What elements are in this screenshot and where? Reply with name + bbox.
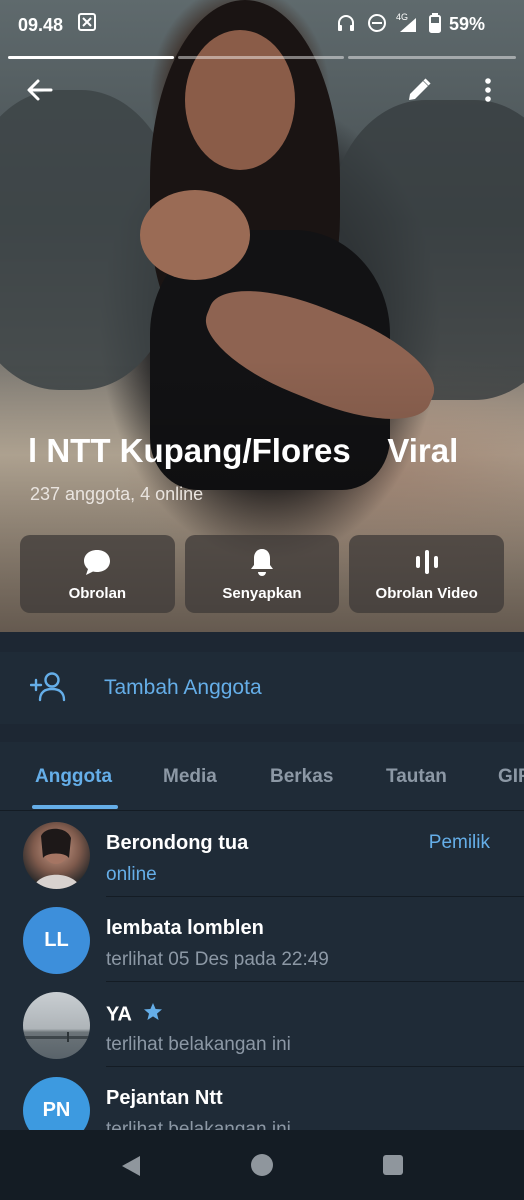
member-name: Pejantan Ntt [106,1087,223,1109]
edit-pencil-icon[interactable] [405,76,433,109]
member-name: Berondong tua [106,832,249,854]
active-tab-indicator [32,805,118,809]
member-role-badge: Pemilik [428,832,490,853]
add-member-label: Tambah Anggota [104,676,262,699]
notification-app-icon [78,13,96,36]
system-navigation-bar [0,1130,524,1200]
nav-recents-icon[interactable] [383,1155,403,1175]
tab-files[interactable]: Berkas [270,766,333,788]
video-chat-button-label: Obrolan Video [375,584,478,602]
members-section: Anggota Media Berkas Tautan GIF Berondon… [0,742,524,1144]
member-row[interactable]: LL lembata lomblen terlihat 05 Des pada … [0,897,524,982]
top-app-bar [0,66,524,116]
status-bar: 09.48 4G 59% [0,0,524,59]
avatar-initials: PN [42,1099,71,1121]
action-buttons: Obrolan Senyapkan Obrolan Video [20,535,505,613]
nav-home-icon[interactable] [251,1154,273,1176]
bell-icon [249,547,275,577]
video-chat-button[interactable]: Obrolan Video [349,535,505,613]
star-icon [143,1002,163,1028]
member-row[interactable]: Berondong tua online Pemilik [0,812,524,897]
member-status: terlihat belakangan ini [106,1034,291,1055]
photo-subject-shoulder [140,190,250,280]
nav-back-icon[interactable] [119,1154,143,1183]
media-tabs: Anggota Media Berkas Tautan GIF [0,742,524,811]
back-arrow-icon[interactable] [24,74,56,111]
avatar-initials: LL [44,929,69,951]
avatar [23,822,90,889]
mute-button[interactable]: Senyapkan [184,535,340,613]
more-vertical-icon[interactable] [480,76,496,109]
avatar: LL [23,907,90,974]
group-member-count: 237 anggota, 4 online [30,484,204,504]
do-not-disturb-icon [367,13,387,38]
add-person-icon [29,671,68,708]
member-name-text: YA [106,1003,132,1026]
member-name: YA [106,1002,163,1028]
add-member-row[interactable]: Tambah Anggota [0,652,524,724]
battery-percentage: 59% [449,14,486,34]
tab-media[interactable]: Media [163,766,217,788]
group-title: l NTT Kupang/Flores Viral [28,432,459,469]
member-name: lembata lomblen [106,917,264,939]
avatar [23,992,90,1059]
member-status: terlihat 05 Des pada 22:49 [106,949,329,970]
story-progress-segment [178,56,344,59]
chat-button[interactable]: Obrolan [20,535,175,613]
story-progress-segment [8,56,174,59]
story-progress-segment [348,56,516,59]
headphones-icon [336,13,356,38]
tab-links[interactable]: Tautan [386,766,447,788]
chat-button-label: Obrolan [68,584,127,602]
tab-gif[interactable]: GIF [498,766,524,788]
signal-icon [398,17,418,38]
member-status: online [106,864,157,885]
member-row[interactable]: YA terlihat belakangan ini [0,982,524,1067]
chat-bubble-icon [82,547,112,577]
tab-members[interactable]: Anggota [35,766,112,788]
battery-icon [429,13,441,38]
mute-button-label: Senyapkan [222,584,302,602]
status-time: 09.48 [18,15,64,35]
voice-chat-icon [414,547,440,577]
